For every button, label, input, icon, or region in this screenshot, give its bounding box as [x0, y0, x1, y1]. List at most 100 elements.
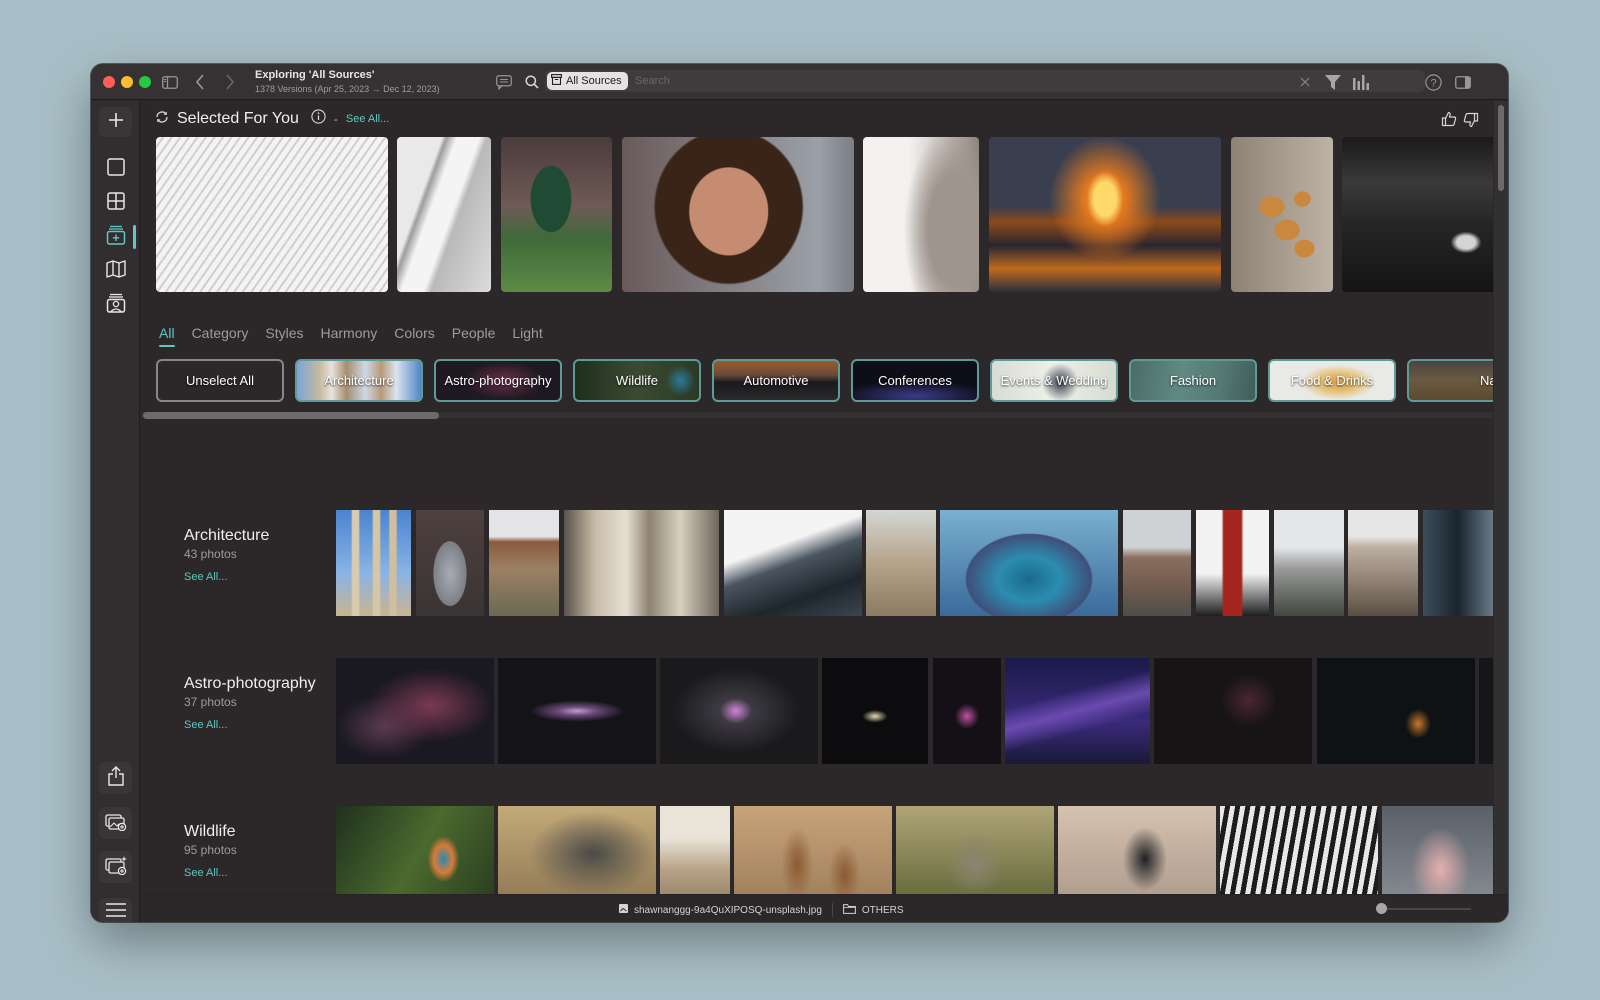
photo-thumbnail[interactable] — [1348, 510, 1418, 616]
featured-thumbnail[interactable] — [1342, 137, 1497, 292]
close-window-button[interactable] — [103, 76, 115, 88]
sidebar-item-explore[interactable] — [99, 222, 132, 252]
thumbnail-size-slider[interactable] — [1381, 908, 1471, 910]
photo-thumbnail[interactable] — [940, 510, 1118, 616]
titlebar: Exploring 'All Sources' 1378 Versions (A… — [91, 64, 1508, 100]
nature-chip[interactable]: Nature — [1407, 359, 1493, 402]
wildlife-chip[interactable]: Wildlife — [573, 359, 701, 402]
sidebar-item-import-ai[interactable] — [99, 851, 132, 883]
sidebar-item-grid-view[interactable] — [99, 188, 132, 218]
featured-thumbnail[interactable] — [1231, 137, 1333, 292]
tab-colors[interactable]: Colors — [394, 325, 434, 347]
food-drinks-chip[interactable]: Food & Drinks — [1268, 359, 1396, 402]
thumbs-down-icon[interactable] — [1463, 112, 1479, 133]
featured-thumbnail[interactable] — [156, 137, 388, 292]
photo-thumbnail[interactable] — [1005, 658, 1150, 764]
conferences-chip[interactable]: Conferences — [851, 359, 979, 402]
info-icon[interactable] — [311, 109, 326, 129]
status-filename[interactable]: shawnanggg-9a4QuXIPOSQ-unsplash.jpg — [634, 905, 822, 916]
tab-people[interactable]: People — [452, 325, 496, 347]
zoom-window-button[interactable] — [139, 76, 151, 88]
main-content: Selected For You - See All... All Catego… — [141, 101, 1508, 912]
clear-icon[interactable] — [1297, 74, 1313, 90]
vertical-scrollbar-thumb[interactable] — [1498, 105, 1504, 191]
photo-thumbnail[interactable] — [1196, 510, 1269, 616]
featured-thumbnail[interactable] — [863, 137, 979, 292]
filter-tabs: All Category Styles Harmony Colors Peopl… — [159, 325, 543, 347]
photo-thumbnail[interactable] — [416, 510, 484, 616]
vertical-scrollbar[interactable] — [1494, 101, 1508, 894]
events-wedding-chip[interactable]: Events & Wedding — [990, 359, 1118, 402]
tab-light[interactable]: Light — [512, 325, 542, 347]
photo-thumbnail[interactable] — [498, 658, 656, 764]
bar-chart-icon[interactable] — [1351, 72, 1371, 92]
share-icon — [107, 765, 125, 791]
comment-icon[interactable] — [495, 73, 513, 91]
sidebar-item-people[interactable] — [99, 290, 132, 320]
photo-thumbnail[interactable] — [822, 658, 928, 764]
photo-thumbnail[interactable] — [660, 658, 818, 764]
featured-thumbnail[interactable] — [989, 137, 1221, 292]
photo-thumbnail[interactable] — [1123, 510, 1191, 616]
chips-horizontal-scrollbar[interactable] — [141, 412, 1493, 419]
minimize-window-button[interactable] — [121, 76, 133, 88]
featured-thumbnail[interactable] — [622, 137, 854, 292]
chevron-right-icon[interactable] — [221, 72, 239, 92]
sidebar-toggle-icon[interactable] — [161, 73, 179, 91]
unselect-all-chip[interactable]: Unselect All — [156, 359, 284, 402]
astro-photography-chip[interactable]: Astro-photography — [434, 359, 562, 402]
thumbs-up-icon[interactable] — [1441, 111, 1457, 132]
selected-for-you-see-all-link[interactable]: See All... — [346, 113, 389, 125]
photo-thumbnail[interactable] — [724, 510, 862, 616]
architecture-chip[interactable]: Architecture — [295, 359, 423, 402]
category-see-all-link[interactable]: See All... — [184, 867, 237, 879]
selected-for-you-header: Selected For You - See All... — [155, 109, 389, 129]
photo-thumbnail[interactable] — [933, 658, 1001, 764]
sidebar-item-add[interactable] — [99, 107, 132, 137]
photo-thumbnail[interactable] — [564, 510, 719, 616]
status-folder[interactable]: OTHERS — [862, 905, 904, 916]
source-filter-pill[interactable]: All Sources — [547, 72, 628, 90]
photo-thumbnail[interactable] — [866, 510, 936, 616]
inspector-panel-icon[interactable] — [1453, 73, 1473, 91]
sidebar-item-single-view[interactable] — [99, 154, 132, 184]
thumbnail-size-slider-knob[interactable] — [1376, 903, 1387, 914]
category-see-all-link[interactable]: See All... — [184, 571, 269, 583]
photo-thumbnail[interactable] — [336, 510, 411, 616]
category-see-all-link[interactable]: See All... — [184, 719, 316, 731]
sidebar-item-import[interactable] — [99, 807, 132, 839]
sidebar-item-share[interactable] — [99, 762, 132, 794]
automotive-chip[interactable]: Automotive — [712, 359, 840, 402]
photo-thumbnail[interactable] — [336, 658, 494, 764]
tab-harmony[interactable]: Harmony — [321, 325, 378, 347]
sidebar-item-menu[interactable] — [99, 898, 132, 922]
tab-all[interactable]: All — [159, 325, 175, 347]
featured-thumbnail[interactable] — [501, 137, 612, 292]
category-count: 37 photos — [184, 695, 237, 709]
search-icon[interactable] — [523, 73, 541, 91]
photo-thumbnail[interactable] — [1274, 510, 1344, 616]
chips-scrollbar-thumb[interactable] — [143, 412, 439, 419]
chevron-left-icon[interactable] — [191, 72, 209, 92]
featured-thumbnail[interactable] — [397, 137, 491, 292]
filter-icon[interactable] — [1323, 72, 1343, 92]
fashion-chip[interactable]: Fashion — [1129, 359, 1257, 402]
photos-add-icon — [104, 811, 127, 836]
category-chips: Unselect All Architecture Astro-photogra… — [156, 359, 1493, 403]
refresh-icon[interactable] — [155, 110, 169, 129]
sidebar-item-map[interactable] — [99, 256, 132, 286]
photo-thumbnail[interactable] — [1154, 658, 1312, 764]
search-input[interactable] — [635, 72, 1315, 90]
category-architecture-label: Architecture 43 photos See All... — [184, 527, 269, 583]
photo-thumbnail[interactable] — [489, 510, 559, 616]
help-icon[interactable]: ? — [1423, 72, 1443, 92]
source-filter-label: All Sources — [566, 75, 622, 87]
svg-text:?: ? — [1430, 77, 1436, 89]
hamburger-icon — [105, 902, 126, 922]
photo-thumbnail[interactable] — [1479, 658, 1493, 764]
tab-styles[interactable]: Styles — [265, 325, 303, 347]
photo-thumbnail[interactable] — [1423, 510, 1493, 616]
sidebar — [91, 101, 140, 922]
tab-category[interactable]: Category — [192, 325, 249, 347]
photo-thumbnail[interactable] — [1317, 658, 1475, 764]
